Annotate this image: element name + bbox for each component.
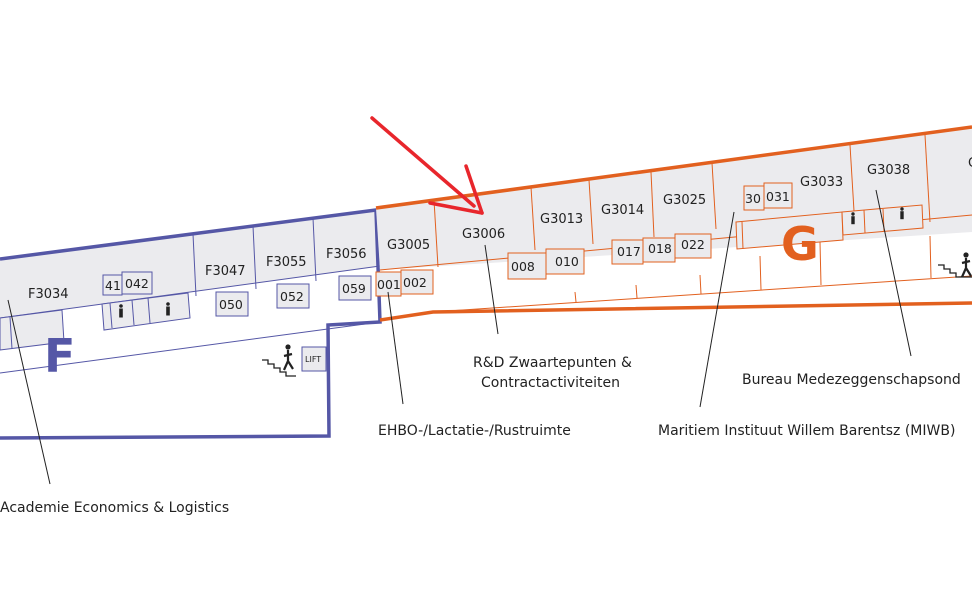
room-030: 30 bbox=[745, 191, 761, 206]
room-041: 41 bbox=[105, 278, 121, 293]
room-g3013: G3013 bbox=[540, 212, 583, 227]
wing-f-letter: F bbox=[44, 329, 75, 383]
toilet-icon bbox=[900, 207, 904, 220]
lift-label: LIFT bbox=[305, 355, 321, 364]
room-017: 017 bbox=[617, 244, 641, 259]
room-050: 050 bbox=[219, 297, 243, 312]
wing-f bbox=[0, 208, 382, 440]
wing-g-letter: G bbox=[781, 217, 819, 271]
room-010: 010 bbox=[555, 254, 579, 269]
room-partial-edge: G bbox=[968, 156, 972, 171]
room-g3006: G3006 bbox=[462, 227, 505, 242]
room-g3005: G3005 bbox=[387, 238, 430, 253]
room-052: 052 bbox=[280, 289, 304, 304]
stairs-person-icon bbox=[262, 344, 296, 377]
label-ehbo: EHBO-/Lactatie-/Rustruimte bbox=[378, 423, 571, 439]
label-rd-line2: Contractactiviteiten bbox=[481, 375, 620, 391]
red-arrow-icon bbox=[370, 116, 484, 215]
room-008: 008 bbox=[511, 259, 535, 274]
room-042: 042 bbox=[125, 276, 149, 291]
label-rd-line1: R&D Zwaartepunten & bbox=[473, 355, 632, 371]
room-g3014: G3014 bbox=[601, 203, 644, 218]
room-g3033: G3033 bbox=[800, 175, 843, 190]
wing-g-outline-bottom bbox=[379, 301, 972, 322]
label-bureau: Bureau Medezeggenschapsond bbox=[742, 372, 961, 388]
room-f3056: F3056 bbox=[326, 247, 367, 262]
stairs-person-icon bbox=[938, 252, 972, 278]
toilet-icon bbox=[166, 302, 170, 316]
room-018: 018 bbox=[648, 241, 672, 256]
room-g3038: G3038 bbox=[867, 163, 910, 178]
label-miwb: Maritiem Instituut Willem Barentsz (MIWB… bbox=[658, 423, 955, 439]
room-001: 001 bbox=[377, 277, 401, 292]
room-f3034: F3034 bbox=[28, 287, 69, 302]
toilet-icon bbox=[119, 304, 123, 318]
room-f3055: F3055 bbox=[266, 255, 307, 270]
room-g3025: G3025 bbox=[663, 193, 706, 208]
toilet-icon bbox=[851, 212, 855, 225]
label-academie: Academie Economics & Logistics bbox=[0, 500, 229, 516]
room-002: 002 bbox=[403, 275, 427, 290]
floor-plan-map: F3034 F3047 F3055 F3056 41 042 050 052 0… bbox=[0, 116, 972, 516]
room-031: 031 bbox=[766, 189, 790, 204]
room-059: 059 bbox=[342, 281, 366, 296]
room-f3047: F3047 bbox=[205, 264, 246, 279]
room-022: 022 bbox=[681, 237, 705, 252]
